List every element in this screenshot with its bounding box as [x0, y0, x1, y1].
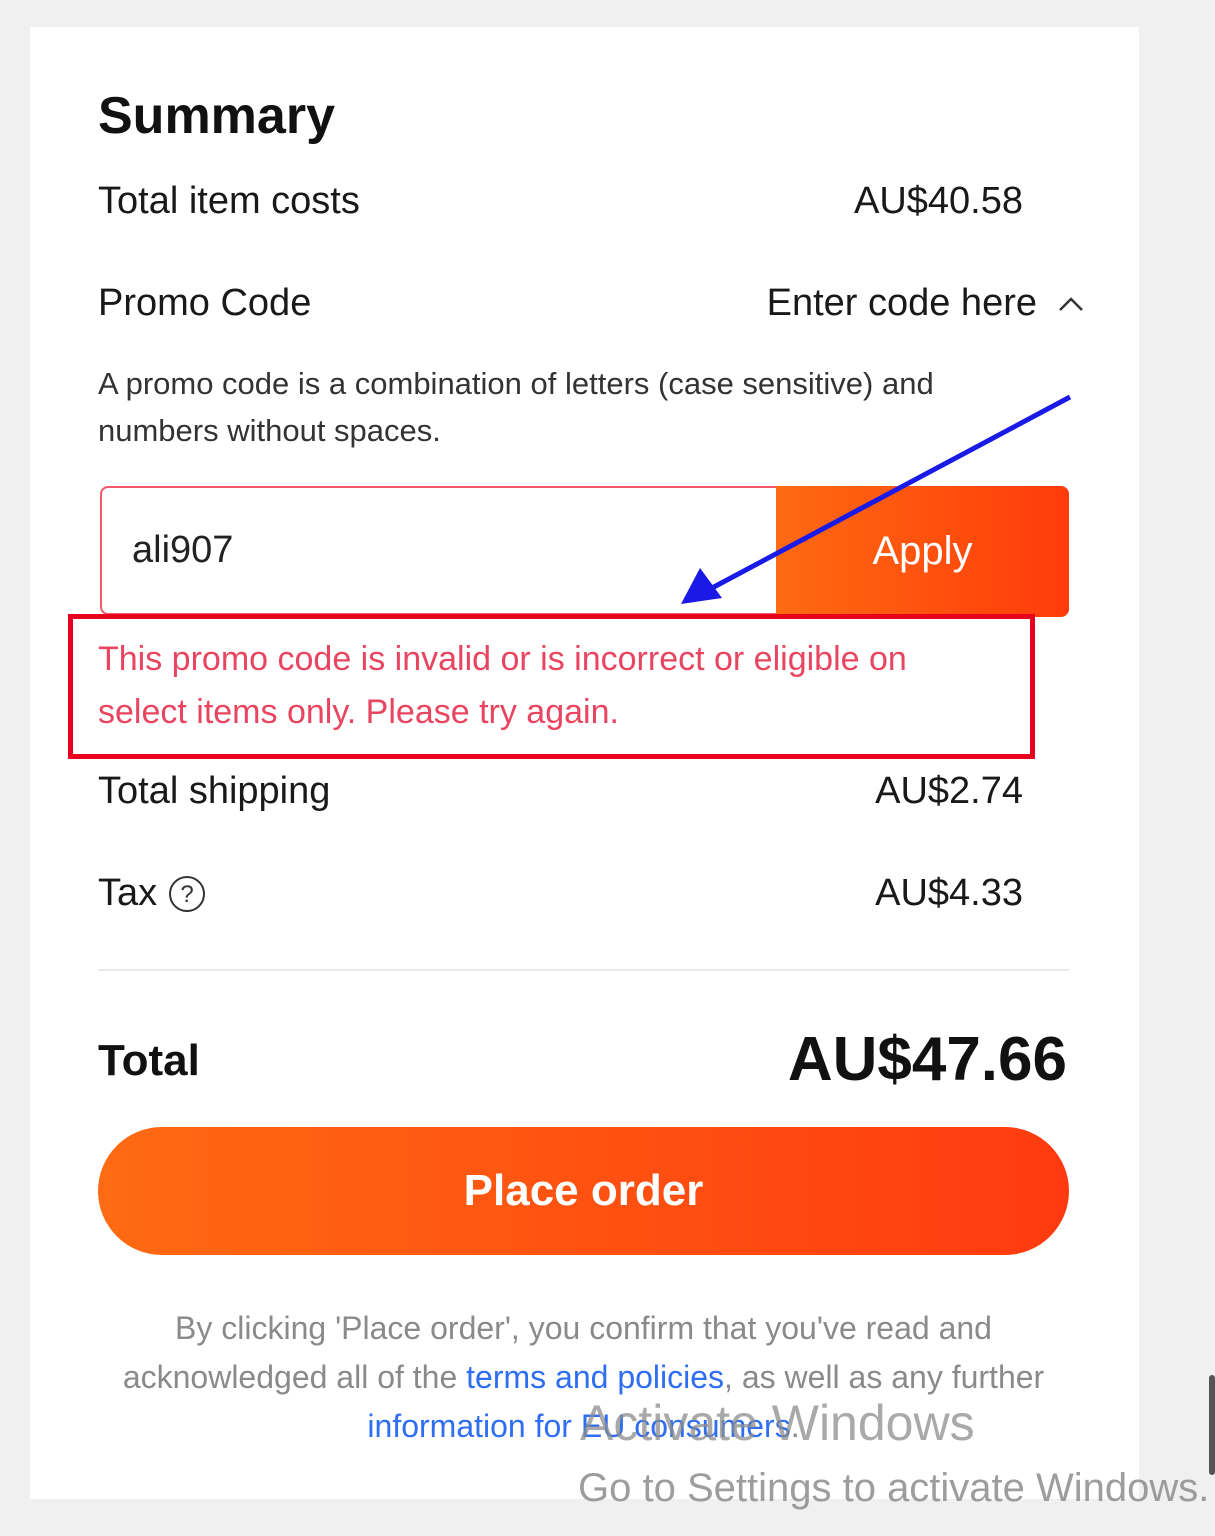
- watermark-line-2: Go to Settings to activate Windows.: [578, 1466, 1210, 1510]
- annotation-arrow: [681, 394, 1072, 604]
- watermark-line-1: Activate Windows: [580, 1395, 975, 1451]
- arrow-line: [710, 394, 1072, 591]
- scrollbar-handle[interactable]: [1209, 1375, 1215, 1475]
